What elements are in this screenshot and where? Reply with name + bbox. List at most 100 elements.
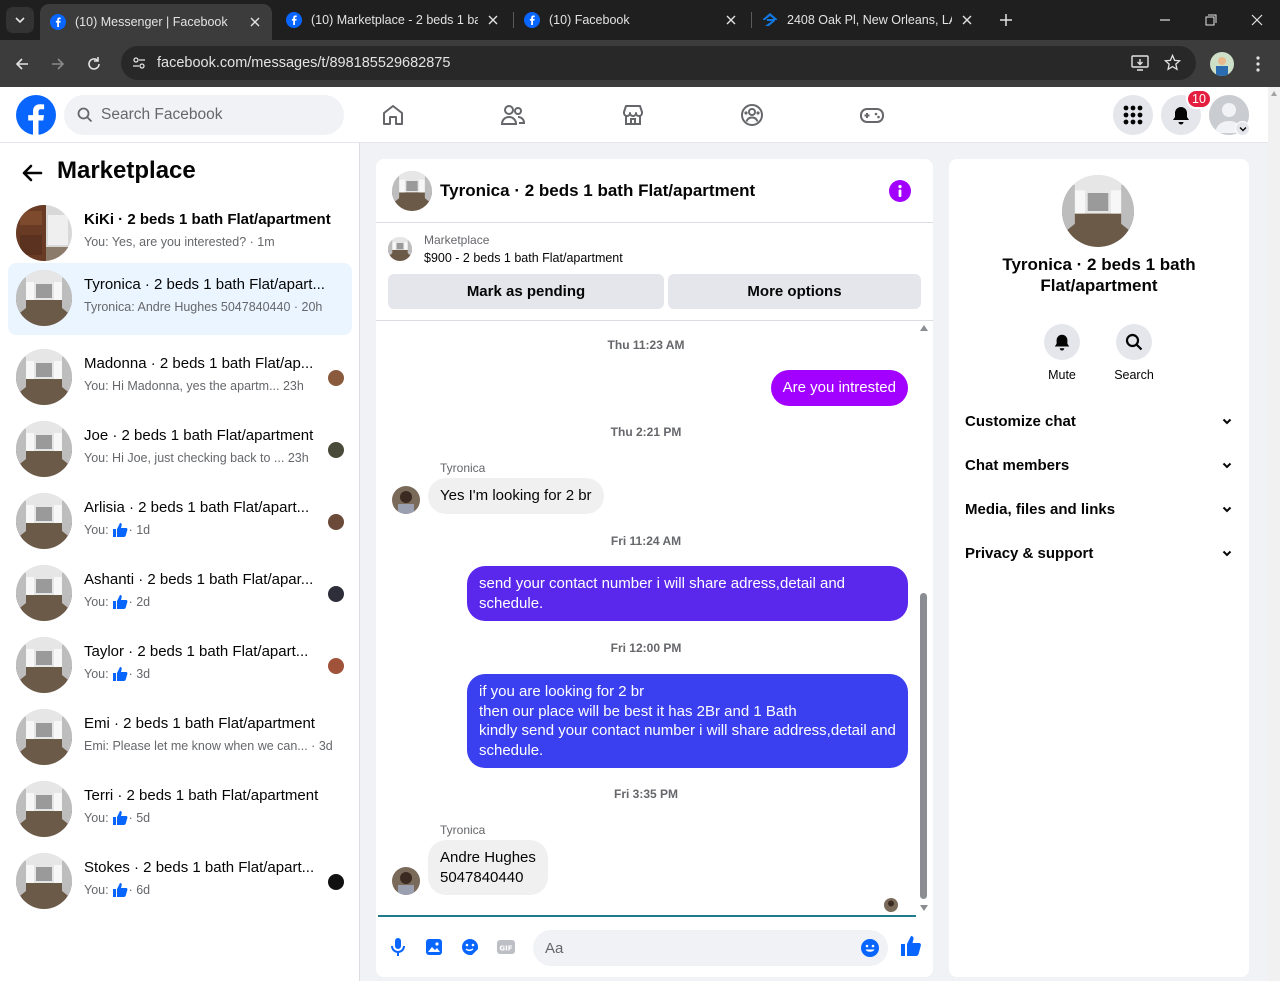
- read-receipt-avatar: [328, 370, 344, 386]
- sender-avatar[interactable]: [392, 867, 420, 895]
- minimize-window-button[interactable]: [1154, 10, 1176, 30]
- message-thread: Thu 11:23 AM Are you intrested Thu 2:21 …: [376, 321, 933, 917]
- restore-window-button[interactable]: [1200, 10, 1222, 30]
- tab-title: 2408 Oak Pl, New Orleans, LA 70: [787, 13, 952, 27]
- close-tab-icon[interactable]: [248, 15, 262, 29]
- nav-gaming[interactable]: [858, 101, 886, 129]
- outgoing-message[interactable]: send your contact number i will share ad…: [467, 566, 908, 621]
- conversation-item-taylor[interactable]: Taylor · 2 beds 1 bath Flat/apart... You…: [8, 630, 352, 700]
- chat-avatar[interactable]: [392, 171, 432, 211]
- bookmark-star-icon[interactable]: [1164, 54, 1181, 71]
- message-timestamp: Fri 3:35 PM: [613, 787, 679, 801]
- svg-text:GIF: GIF: [499, 945, 512, 953]
- browser-menu-button[interactable]: [1246, 52, 1270, 76]
- sender-avatar[interactable]: [392, 486, 420, 514]
- message-line: kindly send your contact number i will s…: [479, 722, 896, 759]
- forward-button[interactable]: [46, 52, 70, 76]
- outgoing-message[interactable]: Are you intrested: [770, 370, 908, 406]
- close-tab-icon[interactable]: [724, 13, 738, 27]
- media-files-links-section[interactable]: Media, files and links: [965, 487, 1233, 531]
- message-timestamp: Fri 11:24 AM: [610, 534, 682, 548]
- browser-tab-marketplace[interactable]: (10) Marketplace - 2 beds 1 bath: [276, 4, 510, 36]
- search-input[interactable]: [101, 106, 321, 124]
- preview-prefix: You:: [84, 883, 109, 897]
- incoming-message[interactable]: Andre Hughes 5047840440: [428, 840, 548, 895]
- conversation-item-joe[interactable]: Joe · 2 beds 1 bath Flat/apartment You: …: [8, 414, 352, 484]
- menu-button[interactable]: [1113, 95, 1153, 135]
- more-options-button[interactable]: More options: [668, 274, 921, 309]
- emoji-icon[interactable]: [860, 938, 880, 958]
- thumbs-up-icon[interactable]: [900, 935, 922, 957]
- customize-chat-section[interactable]: Customize chat: [965, 399, 1233, 443]
- preview-time: · 1d: [128, 523, 151, 537]
- conversation-item-ashanti[interactable]: Ashanti · 2 beds 1 bath Flat/apar... You…: [8, 558, 352, 628]
- read-receipt-avatar: [328, 658, 344, 674]
- details-avatar[interactable]: [1062, 175, 1134, 247]
- conversation-item-emi[interactable]: Emi · 2 beds 1 bath Flat/apartment Emi: …: [8, 702, 352, 772]
- conversation-item-terri[interactable]: Terri · 2 beds 1 bath Flat/apartment You…: [8, 774, 352, 844]
- install-app-icon[interactable]: [1131, 55, 1149, 71]
- conversation-preview: You: Hi Joe, just checking back to ... 2…: [84, 451, 309, 465]
- outgoing-message[interactable]: if you are looking for 2 br then our pla…: [467, 674, 908, 768]
- preview-prefix: You:: [84, 811, 109, 825]
- nav-groups[interactable]: [738, 101, 766, 129]
- conversation-item-stokes[interactable]: Stokes · 2 beds 1 bath Flat/apart... You…: [8, 846, 352, 916]
- site-settings-icon[interactable]: [131, 55, 147, 71]
- conversation-item-arlisia[interactable]: Arlisia · 2 beds 1 bath Flat/apart... Yo…: [8, 486, 352, 556]
- browser-tab-facebook[interactable]: (10) Facebook: [514, 4, 748, 36]
- browser-profile-avatar[interactable]: [1210, 52, 1234, 76]
- groups-icon: [741, 104, 763, 126]
- chat-members-section[interactable]: Chat members: [965, 443, 1233, 487]
- new-tab-button[interactable]: [995, 10, 1017, 30]
- nav-home[interactable]: [379, 101, 407, 129]
- listing-thumbnail: [16, 421, 72, 477]
- preview-prefix: You:: [84, 595, 109, 609]
- close-window-button[interactable]: [1246, 10, 1268, 30]
- read-receipt-avatar: [328, 514, 344, 530]
- chat-title[interactable]: Tyronica · 2 beds 1 bath Flat/apartment: [440, 181, 755, 201]
- nav-friends[interactable]: [499, 101, 527, 129]
- conversation-item-madonna[interactable]: Madonna · 2 beds 1 bath Flat/ap... You: …: [8, 342, 352, 412]
- back-button[interactable]: [10, 52, 34, 76]
- account-menu-chevron[interactable]: [1235, 121, 1250, 136]
- message-input-wrapper[interactable]: [533, 930, 888, 966]
- browser-tab-zillow[interactable]: 2408 Oak Pl, New Orleans, LA 70: [752, 4, 984, 36]
- close-tab-icon[interactable]: [486, 13, 500, 27]
- tab-search-button[interactable]: [6, 7, 34, 33]
- mute-action[interactable]: Mute: [1032, 324, 1092, 382]
- message-scrollbar[interactable]: [916, 325, 931, 915]
- listing-thumbnail[interactable]: [388, 237, 412, 261]
- page-scrollbar[interactable]: [1268, 87, 1280, 981]
- message-input[interactable]: [545, 939, 845, 957]
- conversation-item-tyronica[interactable]: Tyronica · 2 beds 1 bath Flat/apart... T…: [8, 263, 352, 335]
- facebook-logo-icon[interactable]: [16, 95, 56, 135]
- message-timestamp: Thu 11:23 AM: [607, 338, 685, 352]
- conversation-info-button[interactable]: [889, 180, 911, 202]
- close-tab-icon[interactable]: [960, 13, 974, 27]
- privacy-support-section[interactable]: Privacy & support: [965, 531, 1233, 575]
- gif-icon[interactable]: GIF: [496, 937, 516, 957]
- browser-tab-messenger[interactable]: (10) Messenger | Facebook: [40, 4, 272, 40]
- facebook-search[interactable]: [64, 95, 344, 135]
- sidebar-title: Marketplace: [57, 157, 196, 184]
- sticker-icon[interactable]: [460, 937, 480, 957]
- photo-icon[interactable]: [424, 937, 444, 957]
- listing-thumbnail: [16, 637, 72, 693]
- marketplace-icon: [623, 105, 643, 125]
- facebook-favicon-icon: [50, 14, 66, 30]
- back-arrow-icon[interactable]: [20, 161, 44, 185]
- microphone-icon[interactable]: [388, 937, 408, 957]
- search-action[interactable]: Search: [1104, 324, 1164, 382]
- nav-marketplace[interactable]: [619, 101, 647, 129]
- listing-price-title[interactable]: $900 - 2 beds 1 bath Flat/apartment: [424, 251, 623, 265]
- conversation-item-kiki[interactable]: KiKi · 2 beds 1 bath Flat/apartment You:…: [8, 198, 352, 268]
- mark-as-pending-button[interactable]: Mark as pending: [388, 274, 664, 309]
- preview-time: · 2d: [128, 595, 151, 609]
- address-bar[interactable]: facebook.com/messages/t/898185529682875: [121, 46, 1196, 80]
- incoming-message[interactable]: Yes I'm looking for 2 br: [428, 478, 604, 514]
- search-label: Search: [1114, 368, 1154, 382]
- conversation-preview: You: · 5d: [84, 811, 150, 825]
- chevron-down-icon: [1222, 418, 1232, 425]
- tab-title: (10) Messenger | Facebook: [75, 15, 228, 29]
- reload-button[interactable]: [82, 52, 106, 76]
